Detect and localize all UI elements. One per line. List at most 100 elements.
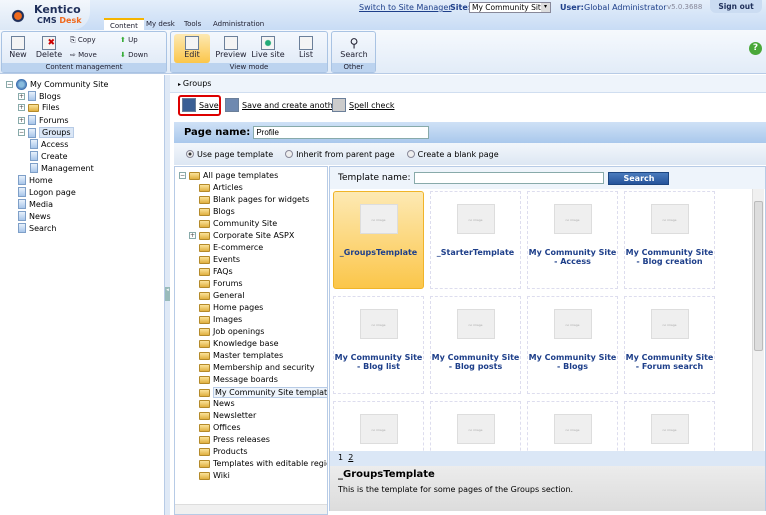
collapse-icon[interactable]: −: [18, 129, 25, 136]
up-button[interactable]: ⬆ Up: [120, 36, 138, 44]
tree-node-label: Corporate Site ASPX: [213, 231, 295, 240]
template-category[interactable]: Membership and security: [199, 363, 315, 372]
tab-administration[interactable]: Administration: [207, 18, 270, 30]
sign-out-button[interactable]: Sign out: [710, 0, 762, 13]
save-and-create-another-button[interactable]: Save and create another: [225, 98, 341, 112]
page-2-link[interactable]: 2: [348, 453, 353, 462]
live-site-button[interactable]: Live site: [251, 36, 285, 59]
expand-icon[interactable]: +: [18, 104, 25, 111]
tree-node[interactable]: Media: [18, 199, 53, 209]
preview-button[interactable]: Preview: [214, 36, 248, 59]
expand-icon[interactable]: +: [189, 232, 196, 239]
panel-splitter[interactable]: ◂: [165, 75, 170, 515]
template-tile[interactable]: no image My Community Site - Access: [527, 191, 618, 289]
tree-node-label: Articles: [213, 183, 243, 192]
template-tile[interactable]: no image _StarterTemplate: [430, 191, 521, 289]
tree-node-label: Groups: [39, 127, 74, 138]
template-tile[interactable]: no image _GroupsTemplate: [333, 191, 424, 289]
template-category[interactable]: Newsletter: [199, 411, 256, 420]
template-tile[interactable]: no image My Community Site - Forum search: [624, 296, 715, 394]
down-button[interactable]: ⬇ Down: [120, 51, 148, 59]
delete-button[interactable]: ✖ Delete: [34, 36, 64, 59]
save-label: Save: [199, 100, 219, 110]
template-category[interactable]: Blank pages for widgets: [199, 195, 309, 204]
radio-inherit-from-parent[interactable]: Inherit from parent page: [285, 150, 395, 159]
expand-icon[interactable]: +: [18, 92, 25, 100]
switch-to-site-manager-link[interactable]: Switch to Site Manager: [359, 3, 452, 12]
tree-node[interactable]: + Files: [18, 103, 60, 112]
template-category[interactable]: Offices: [199, 423, 241, 432]
tab-tools[interactable]: Tools: [178, 18, 207, 30]
template-name-input[interactable]: [414, 172, 605, 184]
site-select[interactable]: My Community Site ▾: [469, 2, 551, 13]
template-category[interactable]: General: [199, 291, 245, 300]
new-button[interactable]: New: [6, 36, 30, 59]
expand-icon[interactable]: +: [18, 116, 25, 124]
template-tile[interactable]: no image My Community Site - Blog posts: [430, 296, 521, 394]
template-category[interactable]: + Corporate Site ASPX: [189, 231, 294, 240]
tree-node[interactable]: Home: [18, 175, 53, 185]
folder-icon: [199, 339, 210, 348]
template-category[interactable]: E-commerce: [199, 243, 263, 252]
collapse-icon[interactable]: −: [179, 172, 186, 179]
save-button[interactable]: Save: [182, 98, 219, 112]
template-category[interactable]: Knowledge base: [199, 339, 279, 348]
template-category[interactable]: Master templates: [199, 351, 283, 360]
copy-button[interactable]: ⎘ Copy: [70, 36, 96, 45]
tab-my-desk[interactable]: My desk: [140, 18, 181, 30]
tree-node-label: Files: [42, 103, 60, 112]
page-name-input[interactable]: [253, 126, 430, 139]
template-tile[interactable]: no image My Community Site - Blog creatio…: [624, 191, 715, 289]
template-category[interactable]: News: [199, 399, 235, 408]
template-category[interactable]: Message boards: [199, 375, 278, 384]
vertical-scrollbar[interactable]: [752, 189, 764, 451]
tree-node[interactable]: + Forums: [18, 115, 69, 125]
edit-button[interactable]: Edit: [174, 34, 210, 63]
template-category[interactable]: My Community Site templates: [199, 387, 327, 398]
template-search-button[interactable]: Search: [608, 171, 670, 185]
template-tile[interactable]: no image My Community Site - Blogs: [527, 296, 618, 394]
tree-node[interactable]: News: [18, 211, 51, 221]
template-category[interactable]: Templates with editable regio: [199, 459, 327, 468]
template-category[interactable]: Home pages: [199, 303, 263, 312]
template-category[interactable]: Forums: [199, 279, 243, 288]
template-category[interactable]: Community Site: [199, 219, 277, 228]
template-category[interactable]: Events: [199, 255, 240, 264]
scrollbar-thumb[interactable]: [754, 201, 763, 351]
template-category[interactable]: Job openings: [199, 327, 264, 336]
template-tile[interactable]: no image My Community Site - Blog list: [333, 296, 424, 394]
template-category[interactable]: Blogs: [199, 207, 235, 216]
collapse-icon[interactable]: −: [6, 81, 13, 88]
move-button[interactable]: ⇨ Move: [70, 51, 97, 59]
preview-label: Preview: [215, 50, 247, 59]
template-category[interactable]: Articles: [199, 183, 243, 192]
radio-create-blank-page[interactable]: Create a blank page: [406, 150, 499, 159]
page-1[interactable]: 1: [338, 453, 343, 462]
breadcrumb-item[interactable]: Groups: [183, 79, 212, 88]
folder-icon: [199, 388, 210, 397]
move-icon: ⇨: [70, 51, 79, 59]
template-category[interactable]: Wiki: [199, 471, 230, 480]
tree-node[interactable]: Logon page: [18, 187, 76, 197]
tree-node[interactable]: Search: [18, 223, 56, 233]
collapse-handle-icon[interactable]: ◂: [165, 287, 170, 301]
horizontal-scrollbar[interactable]: [175, 504, 327, 514]
tab-content[interactable]: Content: [104, 18, 144, 30]
template-category[interactable]: Images: [199, 315, 242, 324]
template-category[interactable]: Products: [199, 447, 248, 456]
template-category[interactable]: FAQs: [199, 267, 233, 276]
tree-node-label: Press releases: [213, 435, 270, 444]
tree-node[interactable]: − Groups: [18, 127, 74, 138]
search-button[interactable]: ⚲ Search: [334, 36, 374, 59]
spell-check-button[interactable]: Spell check: [332, 98, 395, 112]
template-category[interactable]: Press releases: [199, 435, 270, 444]
tree-node[interactable]: Create: [30, 151, 68, 161]
tree-node[interactable]: − My Community Site: [6, 79, 108, 90]
help-icon[interactable]: ?: [749, 42, 762, 55]
tree-node[interactable]: + Blogs: [18, 91, 61, 101]
list-button[interactable]: List: [291, 36, 321, 59]
radio-use-page-template[interactable]: Use page template: [186, 150, 273, 159]
tree-node[interactable]: Management: [30, 163, 94, 173]
tree-node[interactable]: Access: [30, 139, 68, 149]
tree-node-root[interactable]: − All page templates: [179, 171, 278, 180]
